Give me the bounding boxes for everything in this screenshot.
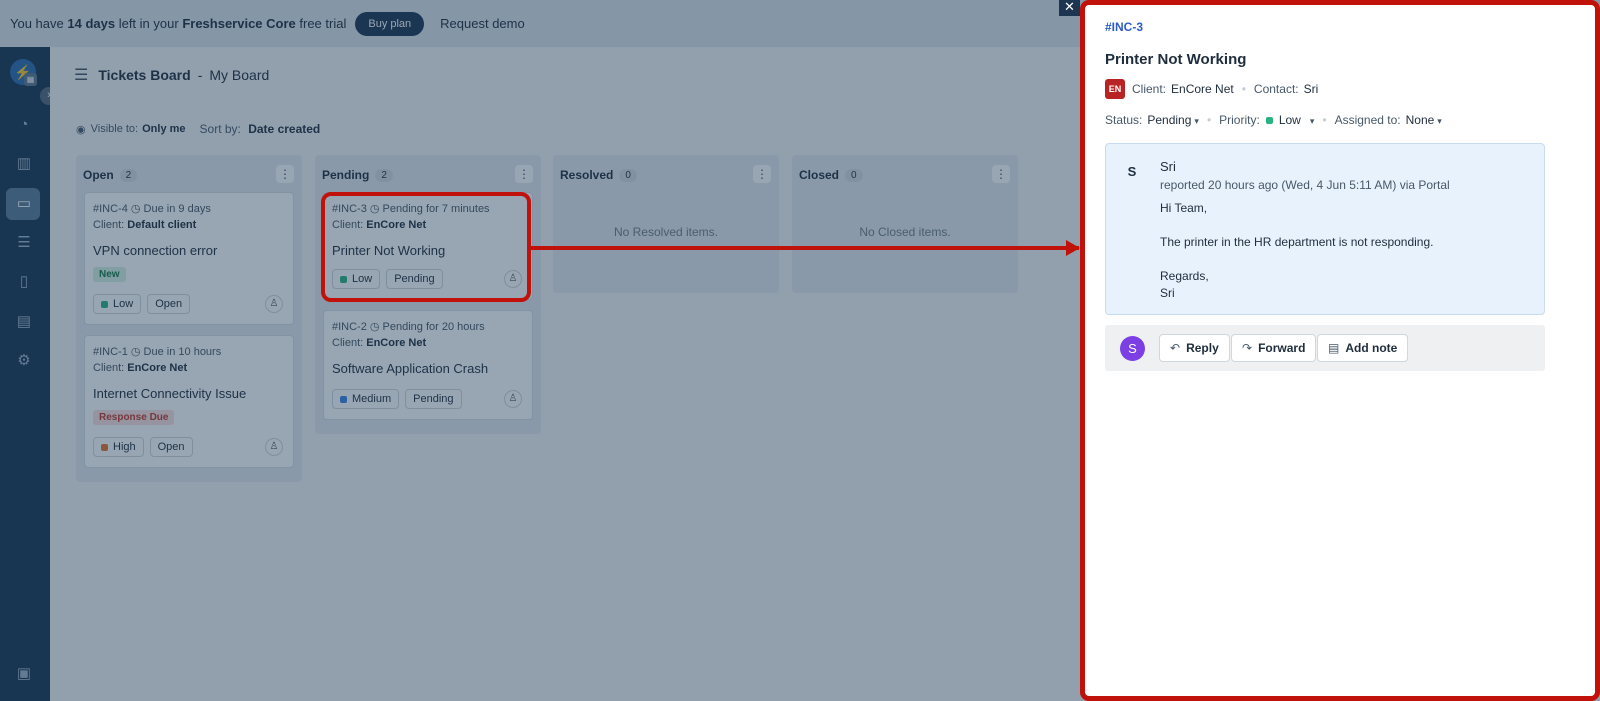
ticket-title: Printer Not Working <box>1105 51 1247 68</box>
add-note-button[interactable]: ▤ Add note <box>1317 334 1409 362</box>
assigned-dropdown[interactable]: None ▾ <box>1406 113 1442 127</box>
forward-button[interactable]: ↷ Forward <box>1231 334 1317 362</box>
ticket-id-link[interactable]: #INC-3 <box>1105 20 1143 34</box>
reply-button[interactable]: ↶ Reply <box>1159 334 1230 362</box>
status-label: Status: <box>1105 113 1143 127</box>
meta-separator: • <box>1322 113 1327 127</box>
message-body: Hi Team, The printer in the HR departmen… <box>1160 200 1433 302</box>
meta-separator: • <box>1241 82 1246 96</box>
annotation-arrow-head-icon <box>1066 240 1080 256</box>
note-icon: ▤ <box>1328 341 1340 355</box>
priority-dropdown[interactable]: Low ▾ <box>1279 113 1315 127</box>
message-timestamp: reported 20 hours ago (Wed, 4 Jun 5:11 A… <box>1160 178 1450 192</box>
add-note-label: Add note <box>1345 341 1398 355</box>
chevron-down-icon: ▾ <box>1194 116 1199 126</box>
forward-label: Forward <box>1258 341 1306 355</box>
ticket-client-contact: EN Client: EnCore Net • Contact: Sri <box>1105 79 1318 99</box>
priority-dot-icon <box>1265 116 1273 124</box>
close-panel-button[interactable]: ✕ <box>1059 0 1080 16</box>
priority-value: Low <box>1278 113 1301 127</box>
ticket-properties: Status: Pending ▾ • Priority: Low ▾ • Assi… <box>1105 113 1442 127</box>
selected-card-highlight <box>321 192 531 302</box>
status-value: Pending <box>1147 113 1192 127</box>
priority-label: Priority: <box>1219 113 1260 127</box>
contact-label: Contact: <box>1253 82 1299 96</box>
message-line: Sri <box>1160 286 1175 300</box>
reply-label: Reply <box>1186 341 1219 355</box>
status-dropdown[interactable]: Pending ▾ <box>1147 113 1199 127</box>
agent-avatar: S <box>1120 336 1145 361</box>
reply-toolbar: S ↶ Reply ↷ Forward ▤ Add note <box>1105 325 1545 371</box>
chevron-down-icon: ▾ <box>1437 116 1442 126</box>
ticket-message: S Sri reported 20 hours ago (Wed, 4 Jun … <box>1105 143 1545 315</box>
meta-separator: • <box>1206 113 1212 127</box>
sender-name[interactable]: Sri <box>1160 159 1176 174</box>
chevron-down-icon: ▾ <box>1309 116 1315 126</box>
client-name[interactable]: EnCore Net <box>1171 82 1234 96</box>
message-line: Hi Team, <box>1160 201 1208 215</box>
assigned-label: Assigned to: <box>1334 113 1401 127</box>
sender-avatar: S <box>1127 164 1137 179</box>
contact-name[interactable]: Sri <box>1304 82 1319 96</box>
assigned-value: None <box>1405 113 1435 127</box>
ticket-detail-panel: #INC-3 Printer Not Working EN Client: En… <box>1080 0 1600 701</box>
client-avatar: EN <box>1105 79 1125 99</box>
message-line: The printer in the HR department is not … <box>1160 235 1434 249</box>
reply-icon: ↶ <box>1170 341 1181 355</box>
client-label: Client: <box>1132 82 1167 96</box>
annotation-arrow-line <box>531 246 1079 250</box>
forward-icon: ↷ <box>1242 341 1253 355</box>
message-line: Regards, <box>1160 269 1209 283</box>
